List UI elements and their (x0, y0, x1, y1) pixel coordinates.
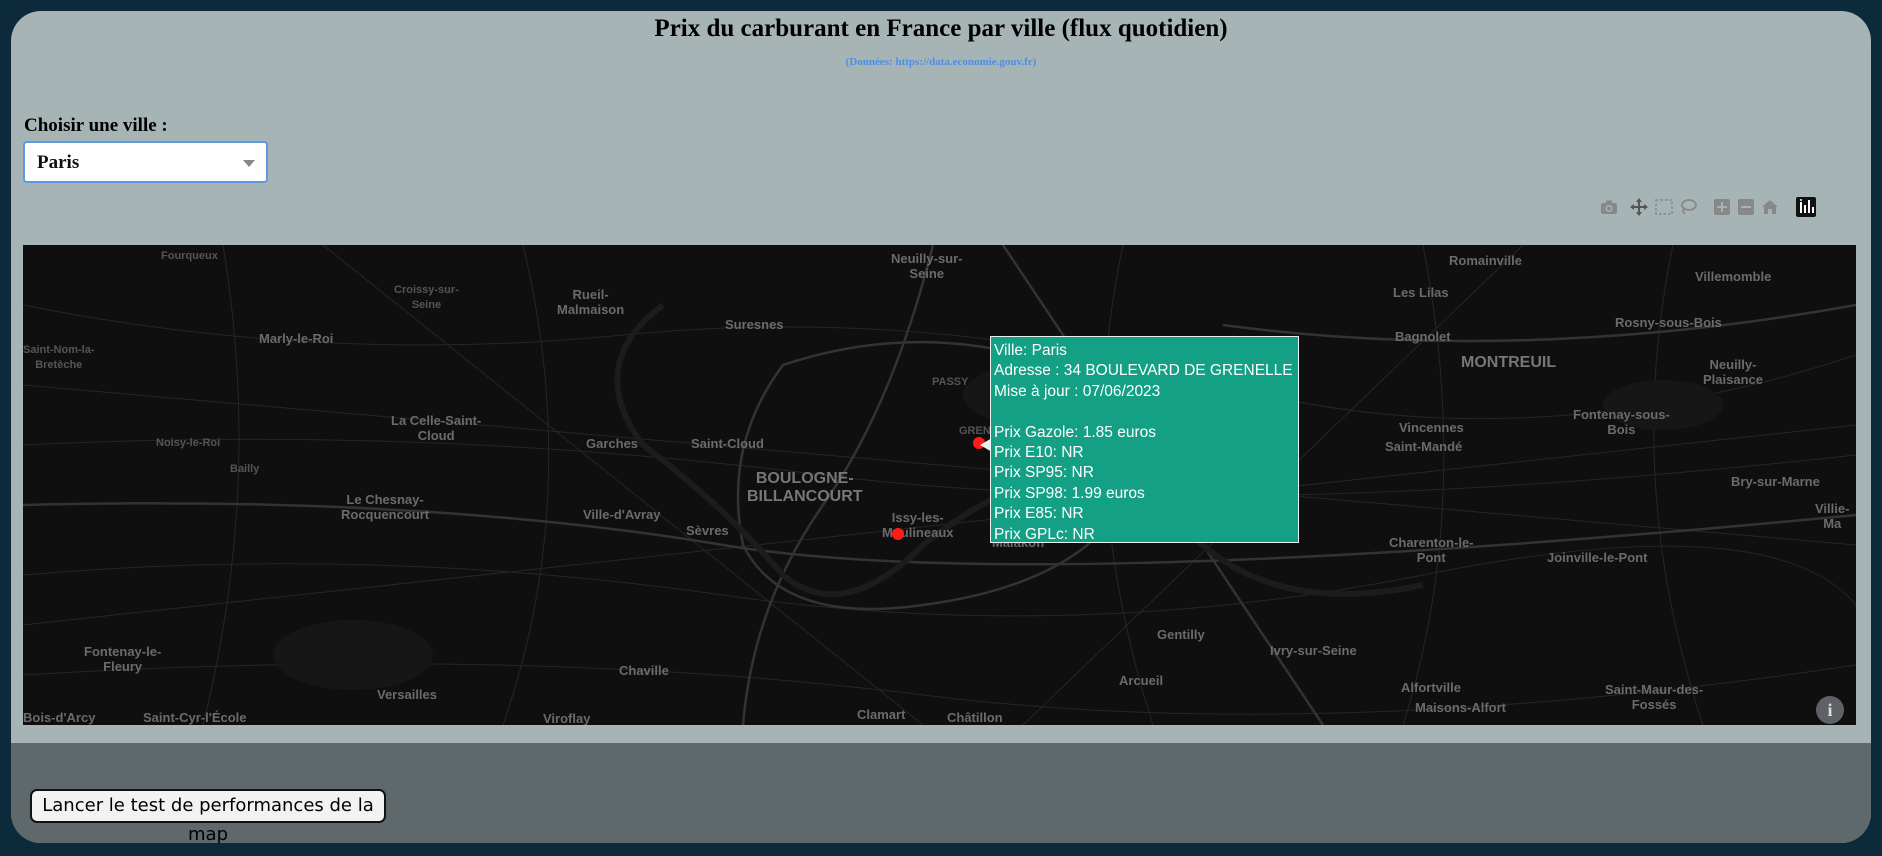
map-label: Joinville-le-Pont (1547, 550, 1648, 565)
map-label: Chaville (619, 663, 669, 678)
app-frame: Prix du carburant en France par ville (f… (11, 11, 1871, 843)
station-hover-tooltip: Ville: Paris Adresse : 34 BOULEVARD DE G… (990, 336, 1299, 543)
map-modebar (11, 196, 1871, 220)
map-label: Saint-Maur-des- Fossés (1605, 682, 1704, 712)
lasso-icon[interactable] (1677, 196, 1699, 218)
pan-icon[interactable] (1628, 196, 1650, 218)
tooltip-line: Mise à jour : 07/06/2023 (994, 382, 1161, 400)
map-label: Marly-le-Roi (259, 331, 334, 346)
fuel-price-map[interactable]: Fourqueux Croissy-sur- Seine Rueil- Malmai… (23, 245, 1856, 725)
map-label: Bagnolet (1395, 329, 1451, 344)
tooltip-line: Prix E10: NR (994, 444, 1084, 462)
map-label: Vincennes (1399, 420, 1464, 435)
map-label: Villemomble (1695, 269, 1772, 284)
map-label: Neuilly- Plaisance (1703, 357, 1763, 387)
map-label: Noisy-le-Roi (156, 437, 221, 449)
map-label: Bry-sur-Marne (1731, 474, 1820, 489)
map-label: PASSY (932, 376, 969, 388)
map-label: Alfortville (1401, 680, 1461, 695)
city-dropdown-value: Paris (37, 152, 80, 173)
page-title: Prix du carburant en France par ville (f… (654, 15, 1228, 42)
map-label: Arcueil (1119, 673, 1164, 688)
map-label: Fontenay-le- Fleury (84, 644, 162, 674)
tooltip-line: Ville: Paris (994, 342, 1067, 359)
map-label: Saint-Cyr-l'École (143, 710, 247, 725)
map-label: Les Lilas (1393, 285, 1449, 300)
map-label: Versailles (377, 687, 437, 702)
map-label: La Celle-Saint- Cloud (391, 413, 482, 443)
station-marker[interactable] (892, 528, 904, 540)
chevron-down-icon[interactable] (243, 160, 255, 167)
map-label: Bailly (230, 463, 260, 475)
info-icon[interactable]: i (1816, 696, 1844, 724)
map-label: MONTREUIL (1461, 354, 1557, 371)
map-label: Saint-Mandé (1385, 439, 1463, 454)
map-label: Garches (586, 436, 639, 451)
tooltip-line: Adresse : 34 BOULEVARD DE GRENELLE (994, 362, 1293, 380)
map-label: Gentilly (1157, 627, 1205, 642)
camera-icon[interactable] (1598, 196, 1620, 218)
city-select-label: Choisir une ville : (24, 115, 168, 136)
map-label: Sèvres (686, 523, 729, 538)
map-label: Maisons-Alfort (1415, 700, 1506, 715)
data-source-link[interactable]: (Données: https://data.economie.gouv.fr) (11, 56, 1871, 68)
map-label: Villie- Ma (1815, 501, 1850, 531)
performance-test-button[interactable]: Lancer le test de performances de la map (30, 789, 386, 843)
map-label: Clamart (857, 707, 906, 722)
map-label: Bois-d'Arcy (23, 710, 96, 725)
map-label: Châtillon (947, 710, 1003, 725)
map-label: Le Chesnay- Rocquencourt (341, 492, 430, 522)
map-label: Croissy-sur- Seine (394, 284, 459, 311)
map-label: Rueil- Malmaison (557, 287, 625, 317)
map-roads (23, 245, 1856, 725)
map-label: Saint-Cloud (691, 436, 764, 451)
tooltip-line: Prix SP95: NR (994, 464, 1094, 482)
tooltip-line (994, 402, 1295, 422)
plotly-logo-icon[interactable] (1795, 196, 1817, 218)
map-label: Charenton-le- Pont (1389, 535, 1474, 565)
map-label: Saint-Nom-la- Bretèche (23, 344, 95, 371)
map-label: Ville-d'Avray (583, 507, 661, 522)
home-icon[interactable] (1759, 196, 1781, 218)
tooltip-line: Prix SP98: 1.99 euros (994, 484, 1145, 502)
tooltip-line: Prix E85: NR (994, 505, 1084, 523)
zoom-out-icon[interactable] (1735, 196, 1757, 218)
tooltip-line: Prix Gazole: 1.85 euros (994, 423, 1156, 441)
map-label: Fontenay-sous- Bois (1573, 407, 1670, 437)
map-label: Romainville (1449, 253, 1522, 268)
map-label: Ivry-sur-Seine (1270, 643, 1357, 658)
map-label: Rosny-sous-Bois (1615, 315, 1722, 330)
city-dropdown[interactable]: Paris (23, 141, 268, 183)
tooltip-line: Prix GPLc: NR (994, 525, 1095, 543)
map-label: Suresnes (725, 317, 784, 332)
box-select-icon[interactable] (1653, 196, 1675, 218)
map-label: Neuilly-sur- Seine (891, 251, 963, 281)
map-label: BOULOGNE- BILLANCOURT (747, 470, 863, 505)
zoom-in-icon[interactable] (1711, 196, 1733, 218)
map-label: Fourqueux (161, 250, 218, 262)
map-label: Viroflay (543, 711, 591, 725)
